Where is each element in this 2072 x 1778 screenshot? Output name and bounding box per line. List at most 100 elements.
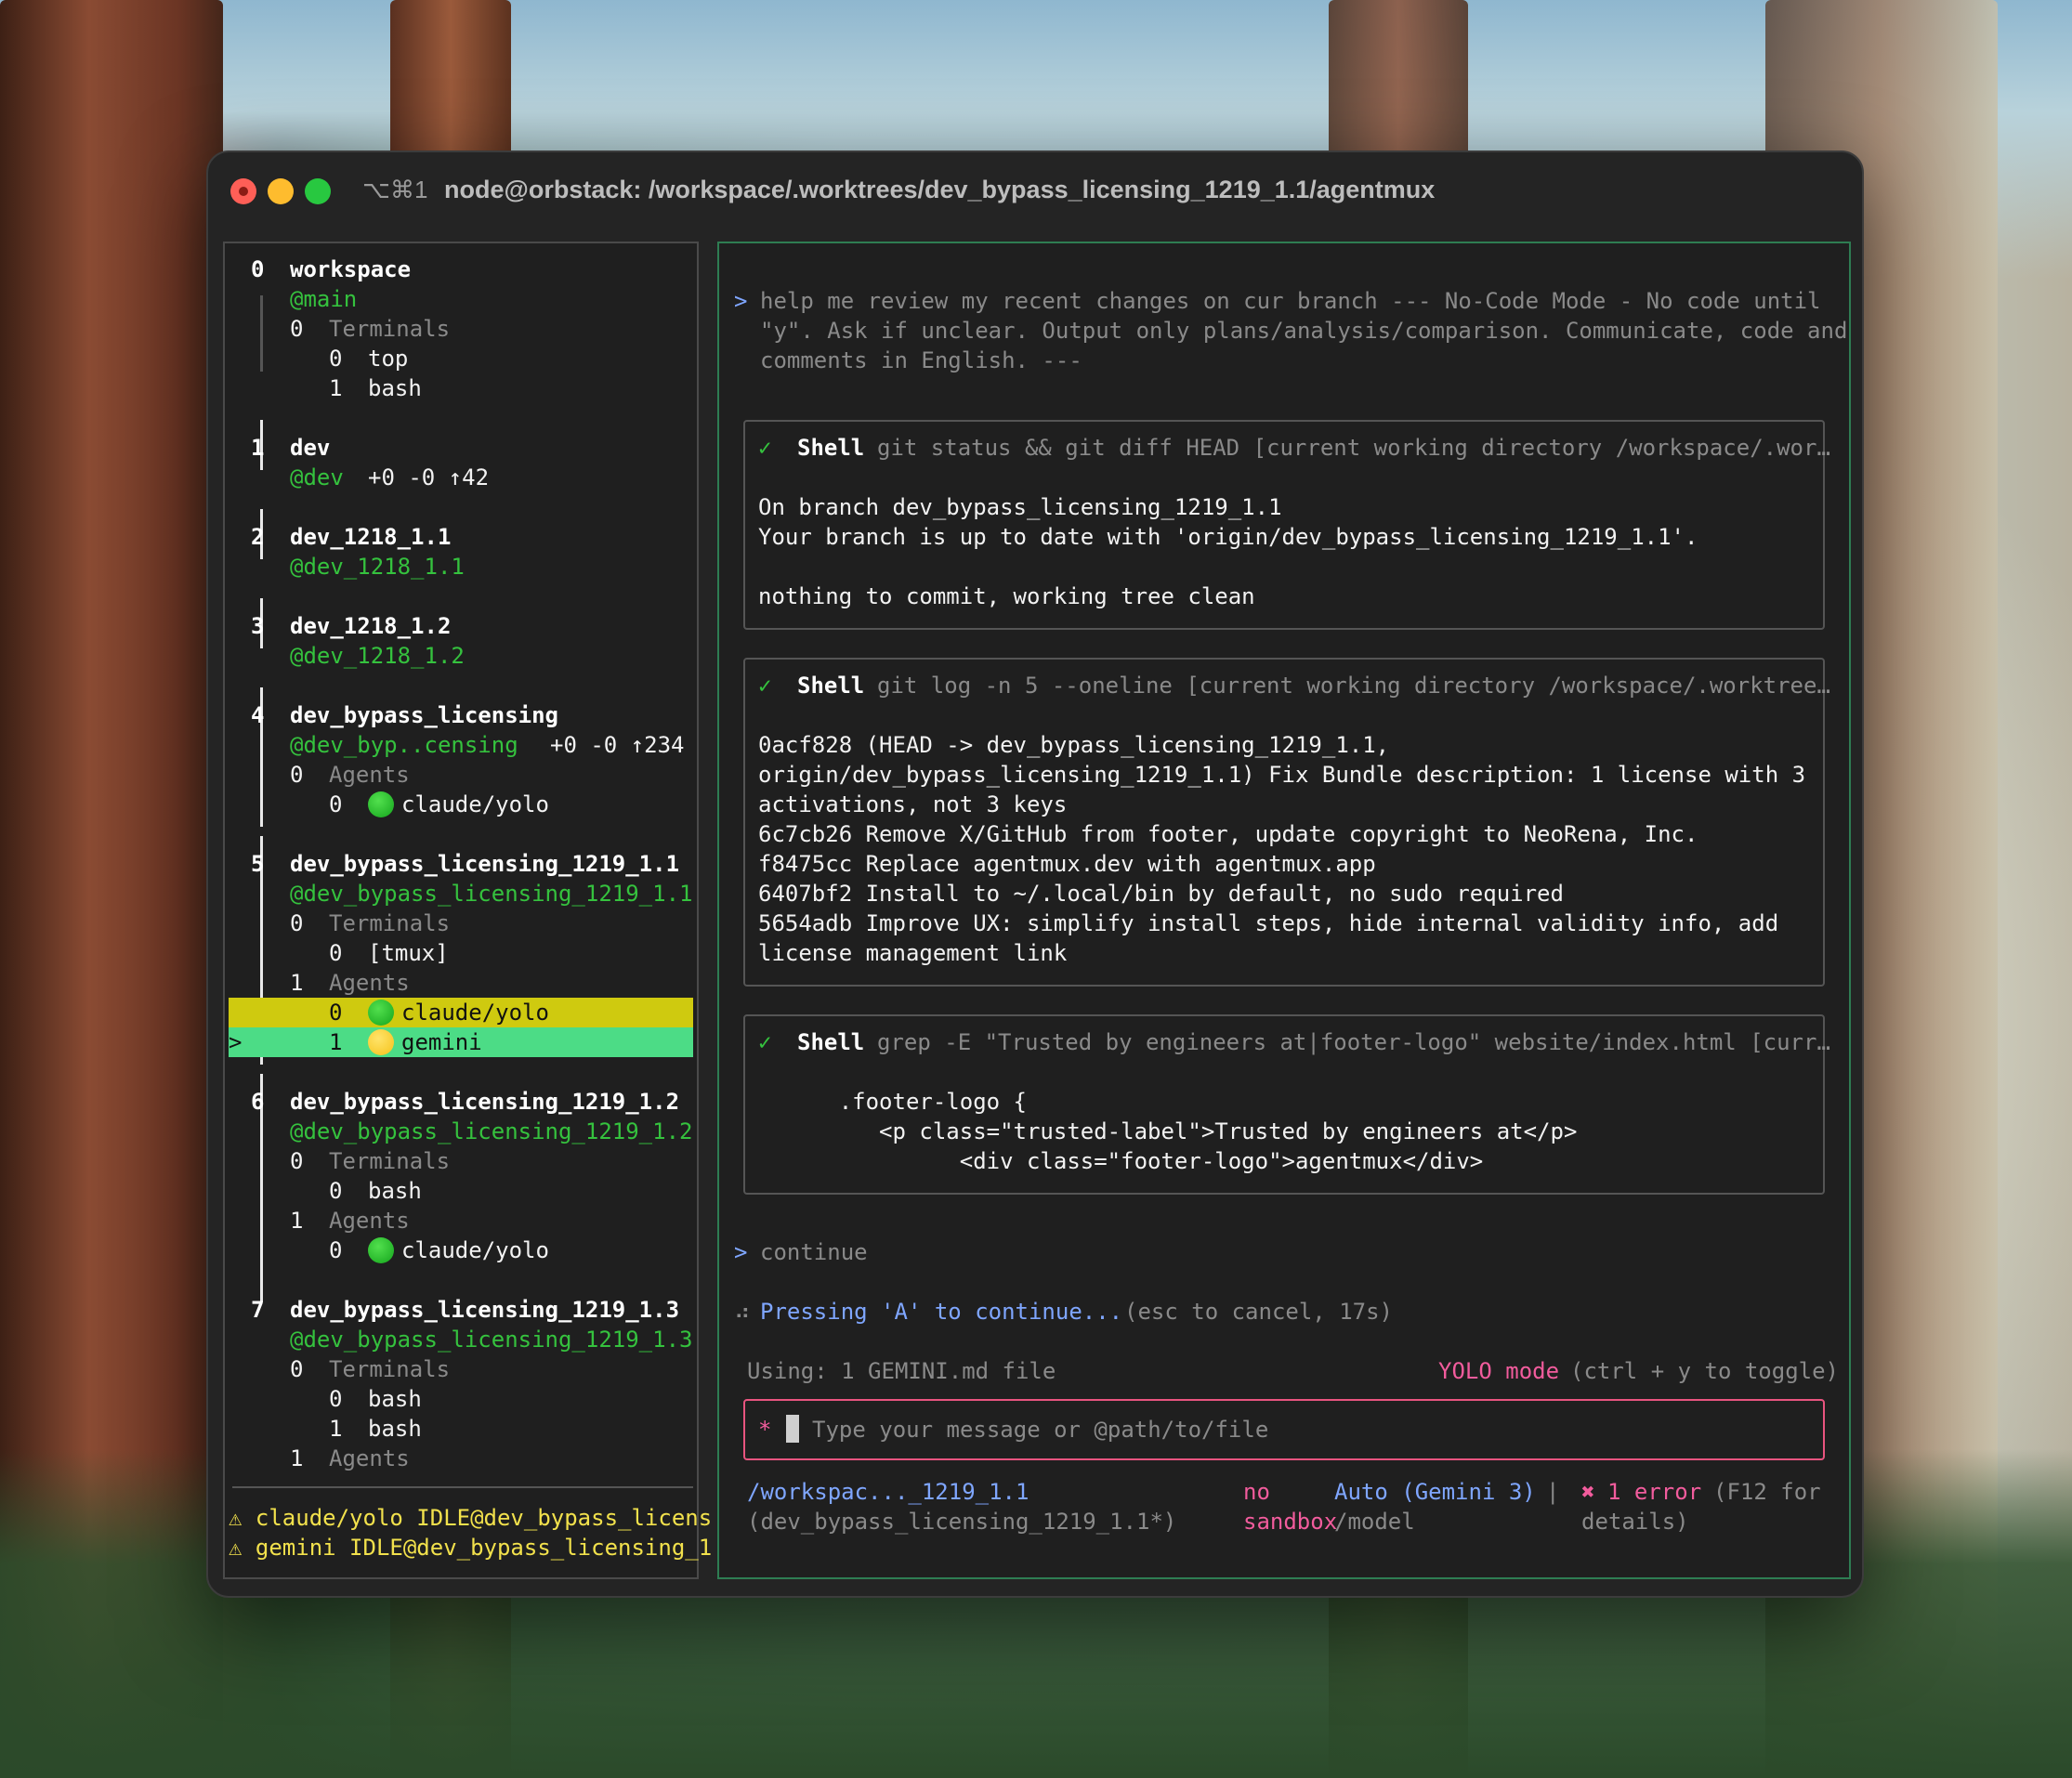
yolo-mode-hint: (ctrl + y to toggle) bbox=[1570, 1358, 1839, 1384]
tool-command: grep -E "Trusted by engineers at|footer-… bbox=[877, 1029, 1830, 1055]
prompt-marker: > bbox=[734, 288, 748, 314]
sidebar-divider bbox=[232, 1486, 693, 1488]
error-count: 1 error bbox=[1607, 1479, 1702, 1505]
session-branch: @dev_byp..censing bbox=[290, 732, 518, 758]
group-label-terminals: Terminals bbox=[329, 1148, 451, 1174]
tool-output-line: Your branch is up to date with 'origin/d… bbox=[758, 524, 1698, 550]
check-icon: ✓ bbox=[758, 673, 772, 699]
minimize-window-button[interactable] bbox=[268, 178, 294, 204]
footer-path: /workspac..._1219_1.1 bbox=[747, 1479, 1029, 1505]
terminal-item-bash[interactable]: bash bbox=[368, 1414, 422, 1444]
footer-divider: | bbox=[1546, 1479, 1560, 1505]
prompt-marker: > bbox=[734, 1239, 748, 1265]
group-label-agents: Agents bbox=[329, 1445, 410, 1471]
terminal-item-bash[interactable]: bash bbox=[368, 1384, 422, 1414]
tool-output-line: On branch dev_bypass_licensing_1219_1.1 bbox=[758, 494, 1282, 520]
agent-name: gemini bbox=[401, 1029, 482, 1055]
footer-model-command: /model bbox=[1334, 1509, 1415, 1535]
agent-item-claude-yolo[interactable]: claude/yolo bbox=[368, 1235, 549, 1265]
session-index: 6 bbox=[251, 1089, 265, 1115]
session-name-dev-1218-1-2[interactable]: dev_1218_1.2 bbox=[290, 611, 451, 641]
session-name-workspace[interactable]: workspace bbox=[290, 255, 411, 284]
status-hint: (esc to cancel, 17s) bbox=[1124, 1299, 1393, 1325]
session-branch: @dev_1218_1.1 bbox=[290, 554, 465, 580]
tool-output-line: <p class="trusted-label">Trusted by engi… bbox=[758, 1118, 1578, 1144]
error-hint: details) bbox=[1581, 1509, 1689, 1535]
group-index: 0 bbox=[290, 1148, 304, 1174]
tool-name: Shell bbox=[797, 673, 865, 699]
session-branch: @main bbox=[290, 286, 358, 312]
tool-command: git status && git diff HEAD [current wor… bbox=[877, 435, 1830, 461]
agent-name: claude/yolo bbox=[401, 1000, 549, 1026]
footer-sandbox: sandbox bbox=[1243, 1509, 1338, 1535]
error-hint: (F12 for bbox=[1713, 1479, 1821, 1505]
session-name-dev[interactable]: dev bbox=[290, 433, 330, 463]
session-name-dev-1218-1-1[interactable]: dev_1218_1.1 bbox=[290, 522, 451, 552]
tool-command: git log -n 5 --oneline [current working … bbox=[877, 673, 1830, 699]
session-index: 4 bbox=[251, 702, 265, 728]
footer-model: Auto (Gemini 3) bbox=[1334, 1479, 1536, 1505]
user-prompt-line: help me review my recent changes on cur … bbox=[760, 288, 1821, 314]
tool-output-line: license management link bbox=[758, 940, 1068, 966]
maximize-window-button[interactable] bbox=[305, 178, 331, 204]
tool-output-line: 6407bf2 Install to ~/.local/bin by defau… bbox=[758, 881, 1564, 907]
spinner-icon: ⠴ bbox=[734, 1299, 751, 1325]
message-input-box[interactable]: * Type your message or @path/to/file bbox=[743, 1399, 1825, 1460]
footer-branch: (dev_bypass_licensing_1219_1.1*) bbox=[747, 1509, 1177, 1535]
input-cursor bbox=[786, 1415, 799, 1445]
item-index: 1 bbox=[329, 1029, 343, 1055]
terminal-item-bash[interactable]: bash bbox=[368, 1176, 422, 1206]
terminal-item-tmux[interactable]: [tmux] bbox=[368, 938, 449, 968]
group-label-agents: Agents bbox=[329, 1208, 410, 1234]
session-stats: +0 -0 ↑234 bbox=[550, 732, 685, 758]
session-branch: @dev_1218_1.2 bbox=[290, 643, 465, 669]
context-files-info: Using: 1 GEMINI.md file bbox=[747, 1358, 1056, 1384]
status-green-dot-icon bbox=[368, 1237, 394, 1263]
tool-output-line: f8475cc Replace agentmux.dev with agentm… bbox=[758, 851, 1376, 877]
group-label-agents: Agents bbox=[329, 970, 410, 996]
item-index: 1 bbox=[329, 1416, 343, 1442]
item-index: 0 bbox=[329, 1386, 343, 1412]
tool-output-line: 5654adb Improve UX: simplify install ste… bbox=[758, 910, 1779, 936]
item-index: 0 bbox=[329, 1000, 343, 1026]
group-label-terminals: Terminals bbox=[329, 1356, 451, 1382]
session-branch: @dev_bypass_licensing_1219_1.3 bbox=[290, 1327, 693, 1353]
message-input[interactable]: Type your message or @path/to/file bbox=[812, 1415, 1268, 1445]
session-branch: @dev_bypass_licensing_1219_1.1 bbox=[290, 881, 693, 907]
tool-output-line: .footer-logo { bbox=[758, 1089, 1027, 1115]
status-action: Pressing 'A' to continue... bbox=[760, 1299, 1123, 1325]
session-name-dev-bypass-licensing-1219-1-3[interactable]: dev_bypass_licensing_1219_1.3 bbox=[290, 1295, 679, 1325]
idle-warning: ⚠ claude/yolo IDLE@dev_bypass_licens bbox=[229, 1505, 713, 1531]
session-branch: @dev_bypass_licensing_1219_1.2 bbox=[290, 1118, 693, 1144]
error-icon: ✖ bbox=[1581, 1479, 1595, 1505]
group-index: 0 bbox=[290, 762, 304, 788]
agent-item-claude-yolo[interactable]: claude/yolo bbox=[368, 790, 549, 819]
session-name-dev-bypass-licensing-1219-1-2[interactable]: dev_bypass_licensing_1219_1.2 bbox=[290, 1087, 679, 1117]
input-asterisk: * bbox=[758, 1417, 772, 1443]
terminal-window: ⌥⌘1 node@orbstack: /workspace/.worktrees… bbox=[206, 150, 1864, 1598]
terminal-item-top[interactable]: top bbox=[368, 344, 408, 373]
group-index: 1 bbox=[290, 1208, 304, 1234]
tool-output-line: 6c7cb26 Remove X/GitHub from footer, upd… bbox=[758, 821, 1698, 847]
check-icon: ✓ bbox=[758, 1029, 772, 1055]
group-index: 0 bbox=[290, 910, 304, 936]
session-name-dev-bypass-licensing[interactable]: dev_bypass_licensing bbox=[290, 700, 558, 730]
agent-name: claude/yolo bbox=[401, 791, 549, 817]
group-index: 0 bbox=[290, 316, 304, 342]
tool-output-line: nothing to commit, working tree clean bbox=[758, 583, 1255, 609]
terminal-item-bash[interactable]: bash bbox=[368, 373, 422, 403]
check-icon: ✓ bbox=[758, 435, 772, 461]
item-index: 0 bbox=[329, 791, 343, 817]
agent-name: claude/yolo bbox=[401, 1237, 549, 1263]
row-cursor: > bbox=[229, 1029, 243, 1055]
tool-call-box: ✓ Shell grep -E "Trusted by engineers at… bbox=[743, 1014, 1830, 1195]
group-label-agents: Agents bbox=[329, 762, 410, 788]
close-window-button[interactable] bbox=[230, 178, 256, 204]
agent-item-gemini[interactable]: gemini bbox=[368, 1027, 482, 1057]
session-name-dev-bypass-licensing-1219-1-1[interactable]: dev_bypass_licensing_1219_1.1 bbox=[290, 849, 679, 879]
session-stats: +0 -0 ↑42 bbox=[368, 464, 490, 490]
agent-item-claude-yolo[interactable]: claude/yolo bbox=[368, 998, 549, 1027]
tool-output-line: 0acf828 (HEAD -> dev_bypass_licensing_12… bbox=[758, 732, 1390, 758]
group-label-terminals: Terminals bbox=[329, 316, 451, 342]
tool-call-box: ✓ Shell git log -n 5 --oneline [current … bbox=[743, 658, 1830, 987]
